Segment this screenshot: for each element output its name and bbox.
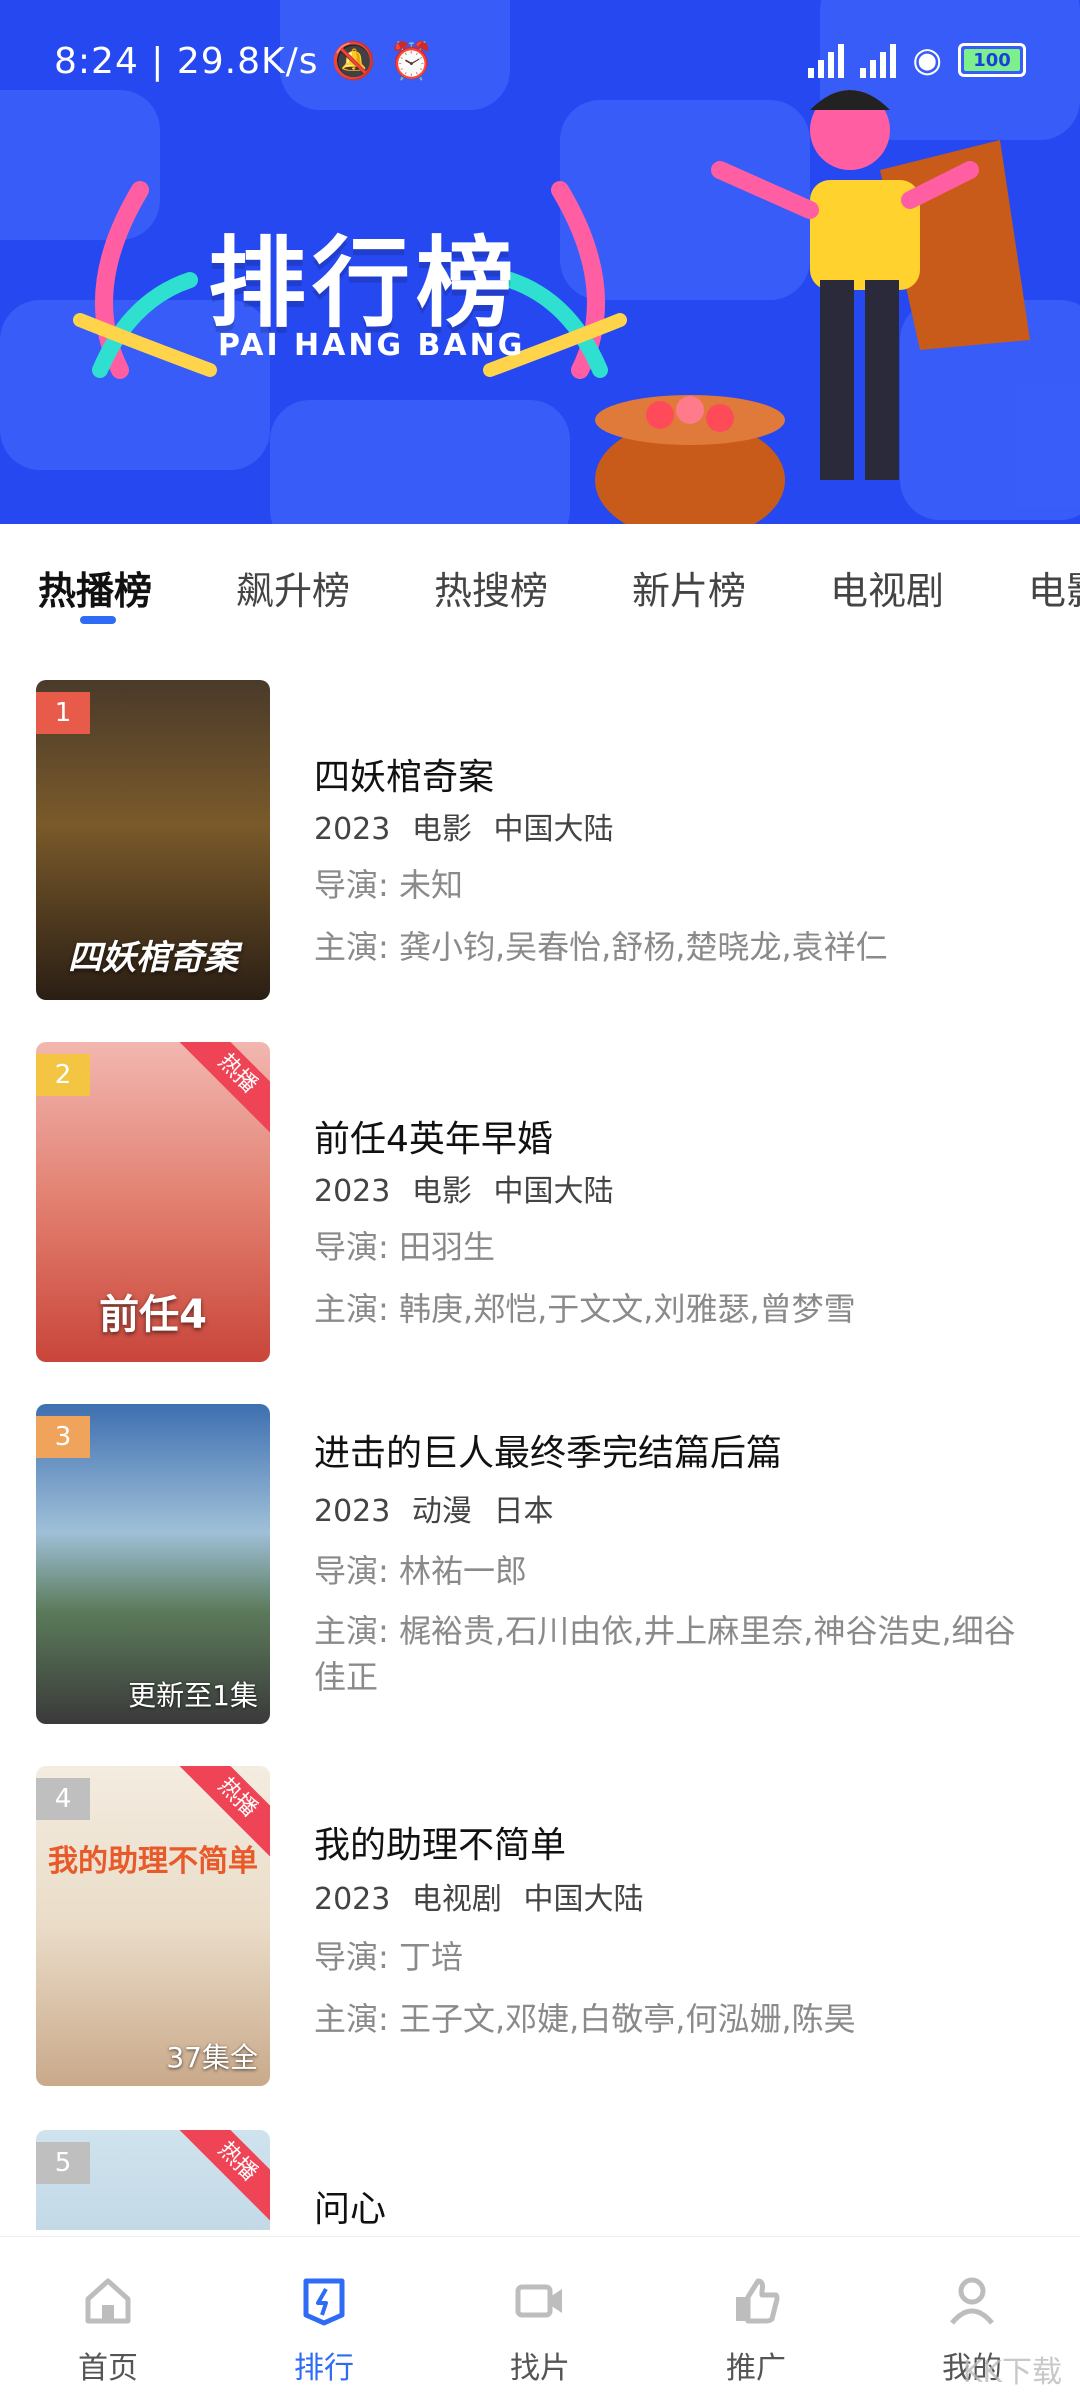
poster[interactable]: 1 四妖棺奇案 [36, 680, 270, 1000]
list-item[interactable]: 5 热播 问心 [0, 2130, 1080, 2230]
ranking-banner: 排行榜 PAI HANG BANG 8:24 | 29.8K/s 🔕 ⏰ ◉ 1… [0, 0, 1080, 524]
title: 四妖棺奇案 [314, 757, 495, 798]
hot-badge: 热播 [178, 1042, 270, 1133]
list-item[interactable]: 2 热播 前任4 前任4英年早婚 2023 电影 中国大陆 导演: 田羽生 主演… [0, 1042, 1080, 1382]
director: 导演: 丁培 [314, 1938, 463, 1976]
poster[interactable]: 3 更新至1集 [36, 1404, 270, 1724]
ranking-tabs: 热播榜 飙升榜 热搜榜 新片榜 电视剧 电影 [0, 524, 1080, 654]
watermark: KK下载 [962, 2355, 1062, 2390]
battery-icon: 100 [958, 43, 1026, 77]
active-tab-indicator [80, 616, 116, 624]
tab-hot-play[interactable]: 热播榜 [38, 560, 152, 615]
rank-badge: 2 [36, 1054, 90, 1096]
nav-label: 首页 [78, 2351, 138, 2386]
nav-label: 排行 [294, 2351, 354, 2386]
title: 进击的巨人最终季完结篇后篇 [314, 1433, 783, 1474]
bottom-navigation: 首页 排行 找片 推广 我的 KK下载 [0, 2236, 1080, 2401]
title: 问心 [314, 2189, 387, 2230]
video-camera-icon [515, 2284, 562, 2318]
cast: 主演: 韩庚,郑恺,于文文,刘雅瑟,曾梦雪 [314, 1290, 856, 1328]
signal-icon-2 [860, 42, 897, 78]
poster[interactable]: 5 热播 [36, 2130, 270, 2230]
cast: 主演: 梶裕贵,石川由依,井上麻里奈,神谷浩史,细谷佳正 [314, 1612, 1016, 1696]
nav-home[interactable]: 首页 [0, 2237, 216, 2401]
clock: 8:24 [54, 41, 139, 82]
rank-badge: 3 [36, 1416, 90, 1458]
hot-badge: 热播 [178, 2130, 270, 2221]
network-speed: 29.8K/s [176, 41, 319, 82]
nav-find[interactable]: 找片 [432, 2237, 648, 2401]
status-time-speed: 8:24 | 29.8K/s 🔕 ⏰ [54, 41, 436, 82]
tab-new-releases[interactable]: 新片榜 [632, 560, 746, 615]
episode-status: 更新至1集 [128, 1679, 258, 1712]
character-illustration [595, 90, 1030, 524]
meta-info: 2023 电影 中国大陆 [314, 1174, 614, 1209]
list-item[interactable]: 4 热播 我的助理不简单 37集全 我的助理不简单 2023 电视剧 中国大陆 … [0, 1766, 1080, 2106]
tab-movies[interactable]: 电影 [1028, 560, 1080, 615]
banner-subtitle: PAI HANG BANG [218, 328, 526, 363]
signal-icon [808, 42, 845, 78]
episode-status: 37集全 [166, 2041, 258, 2074]
list-item[interactable]: 1 四妖棺奇案 四妖棺奇案 2023 电影 中国大陆 导演: 未知 主演: 龚小… [0, 680, 1080, 1020]
ranking-icon [303, 2278, 345, 2326]
wifi-icon: ◉ [912, 40, 942, 80]
rank-badge: 1 [36, 692, 90, 734]
tab-tv-series[interactable]: 电视剧 [830, 560, 944, 615]
user-icon [950, 2277, 994, 2325]
list-item[interactable]: 3 更新至1集 进击的巨人最终季完结篇后篇 2023 动漫 日本 导演: 林祐一… [0, 1404, 1080, 1764]
title: 我的助理不简单 [314, 1825, 567, 1866]
rank-badge: 4 [36, 1778, 90, 1820]
nav-promote[interactable]: 推广 [648, 2237, 864, 2401]
director: 导演: 未知 [314, 866, 463, 904]
thumbs-up-icon [736, 2278, 780, 2324]
cast: 主演: 龚小钧,吴春怡,舒杨,楚晓龙,袁祥仁 [314, 928, 888, 966]
rank-badge: 5 [36, 2142, 90, 2184]
cast: 主演: 王子文,邓婕,白敬亭,何泓姗,陈昊 [314, 2000, 856, 2038]
poster[interactable]: 4 热播 我的助理不简单 37集全 [36, 1766, 270, 2086]
banner-title: 排行榜 [208, 227, 521, 341]
tab-hot-search[interactable]: 热搜榜 [434, 560, 548, 615]
mute-icon: 🔕 [330, 41, 377, 82]
nav-ranking[interactable]: 排行 [216, 2237, 432, 2401]
status-bar: 8:24 | 29.8K/s 🔕 ⏰ ◉ 100 [0, 0, 1080, 120]
nav-label: 推广 [726, 2351, 786, 2386]
director: 导演: 林祐一郎 [314, 1552, 527, 1590]
nav-label: 找片 [510, 2351, 570, 2386]
home-icon [85, 2278, 131, 2324]
meta-info: 2023 动漫 日本 [314, 1494, 554, 1529]
ranking-list: 1 四妖棺奇案 四妖棺奇案 2023 电影 中国大陆 导演: 未知 主演: 龚小… [0, 660, 1080, 2230]
title: 前任4英年早婚 [314, 1119, 553, 1160]
poster[interactable]: 2 热播 前任4 [36, 1042, 270, 1362]
meta-info: 2023 电影 中国大陆 [314, 812, 614, 847]
director: 导演: 田羽生 [314, 1228, 495, 1266]
tab-rising[interactable]: 飙升榜 [236, 560, 350, 615]
alarm-icon: ⏰ [389, 41, 436, 82]
meta-info: 2023 电视剧 中国大陆 [314, 1882, 644, 1917]
